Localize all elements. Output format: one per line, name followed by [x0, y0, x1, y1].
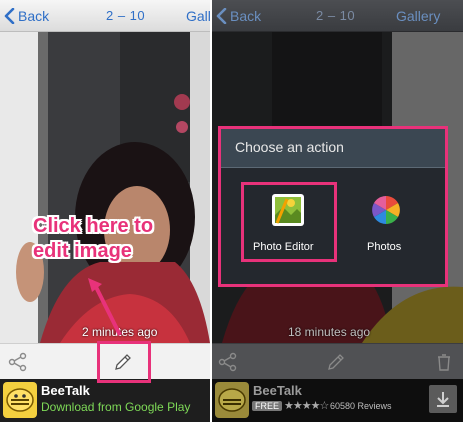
download-icon: [437, 392, 449, 407]
review-count: 60580 Reviews: [330, 401, 392, 411]
share-icon[interactable]: [218, 352, 238, 372]
photo-timestamp: 2 minutes ago: [82, 325, 158, 339]
ad-banner[interactable]: BeeTalk FREE ★★★★☆ 60580 Reviews: [212, 379, 463, 422]
back-button[interactable]: Back: [216, 6, 261, 26]
image-counter: 2 – 10: [106, 8, 146, 23]
bottom-toolbar: [212, 343, 463, 380]
annotation-callout: Click here to edit image: [33, 215, 154, 262]
gallery-button[interactable]: Gall: [186, 8, 210, 24]
beetalk-logo-icon: [215, 382, 249, 418]
beetalk-logo-icon: [3, 382, 37, 418]
back-label: Back: [230, 8, 262, 24]
dialog-title: Choose an action: [235, 139, 344, 155]
image-counter: 2 – 10: [316, 8, 356, 23]
photo-editor-label: Photo Editor: [253, 241, 314, 253]
photos-label[interactable]: Photos: [367, 241, 401, 253]
photos-pinwheel-icon[interactable]: [369, 193, 403, 227]
back-button[interactable]: Back: [4, 6, 49, 26]
free-badge: FREE: [252, 401, 283, 411]
trash-icon[interactable]: [434, 352, 454, 372]
left-screen: Back 2 – 10 Gall 2 minutes ago BeeTalk D…: [0, 0, 210, 422]
top-bar: Back 2 – 10 Gall: [0, 0, 210, 32]
download-button[interactable]: [429, 385, 457, 413]
ad-subtitle: Download from Google Play: [41, 400, 191, 414]
ad-title: BeeTalk: [41, 383, 90, 398]
photo-image: [0, 32, 210, 343]
ad-title: BeeTalk: [253, 383, 302, 398]
chevron-left-icon: [216, 8, 227, 24]
photo-timestamp: 18 minutes ago: [288, 325, 371, 339]
rating-stars: ★★★★☆: [284, 400, 329, 412]
ad-banner[interactable]: BeeTalk Download from Google Play: [0, 379, 210, 422]
dialog-header: Choose an action: [221, 129, 445, 168]
edit-highlight-box: [97, 341, 151, 383]
pencil-icon[interactable]: [326, 352, 346, 372]
back-label: Back: [18, 8, 50, 24]
choose-action-dialog: Choose an action Photo Editor Photos: [218, 126, 448, 287]
photo-editor-icon: [272, 194, 304, 226]
photo-view[interactable]: [0, 32, 210, 343]
share-icon[interactable]: [8, 352, 28, 372]
top-bar: Back 2 – 10 Gallery: [212, 0, 463, 32]
chevron-left-icon: [4, 8, 15, 24]
gallery-button[interactable]: Gallery: [396, 8, 440, 24]
